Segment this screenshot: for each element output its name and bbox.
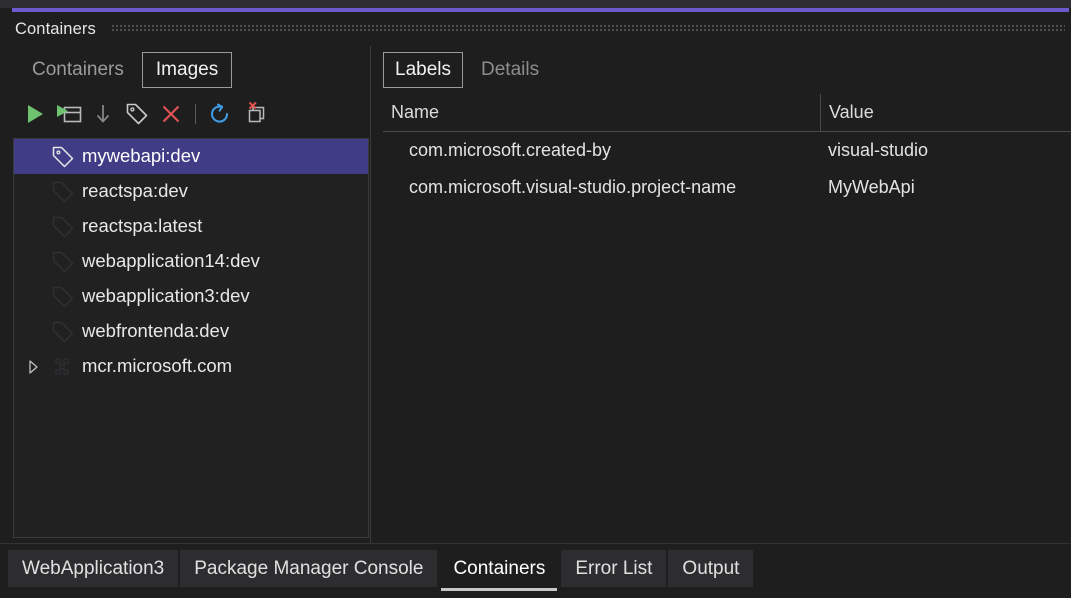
detail-tab-strip: Labels Details: [371, 46, 1071, 94]
tag-button[interactable]: [120, 99, 154, 129]
grid-header-row: Name Value: [383, 94, 1071, 132]
list-item-label: reactspa:dev: [82, 180, 188, 202]
remove-button[interactable]: [154, 99, 188, 129]
tag-icon: [46, 320, 80, 344]
list-item-label: webapplication3:dev: [82, 285, 250, 307]
refresh-button[interactable]: [203, 99, 237, 129]
bottom-tab-output[interactable]: Output: [668, 550, 754, 587]
column-header-name[interactable]: Name: [383, 94, 820, 131]
table-row[interactable]: com.microsoft.visual-studio.project-name…: [383, 169, 1071, 206]
tag-icon: [46, 250, 80, 274]
pull-button[interactable]: [86, 99, 120, 129]
tag-icon: [46, 145, 80, 169]
list-item-label: mcr.microsoft.com: [82, 355, 233, 377]
details-pane: Labels Details Name Value com.microsoft.…: [371, 46, 1071, 543]
play-icon: [25, 103, 45, 125]
bottom-tab-strip: WebApplication3 Package Manager Console …: [0, 543, 1071, 598]
list-item[interactable]: reactspa:latest: [14, 209, 368, 244]
tool-window-body: Containers Images mywebapi:dev reactspa:…: [0, 46, 1071, 543]
tab-containers[interactable]: Containers: [18, 52, 138, 88]
table-row[interactable]: com.microsoft.created-by visual-studio: [383, 132, 1071, 169]
images-toolbar: [0, 94, 370, 134]
list-item[interactable]: reactspa:dev: [14, 174, 368, 209]
list-item[interactable]: webfrontenda:dev: [14, 314, 368, 349]
run-interactive-button[interactable]: [52, 99, 86, 129]
registry-icon: [46, 355, 80, 379]
cell-label-name: com.microsoft.visual-studio.project-name: [409, 177, 737, 197]
page-title: Containers: [15, 19, 96, 38]
containers-tool-window: Containers Containers Images mywebapi:de…: [0, 0, 1071, 598]
bottom-tab-containers[interactable]: Containers: [439, 550, 560, 591]
cell-label-value: MyWebApi: [828, 177, 915, 197]
list-item[interactable]: mywebapi:dev: [14, 139, 368, 174]
tag-icon: [46, 180, 80, 204]
images-pane: Containers Images mywebapi:dev reactspa:…: [0, 46, 371, 543]
list-item-label: reactspa:latest: [82, 215, 203, 237]
bottom-tab-error-list[interactable]: Error List: [561, 550, 667, 587]
pane-tab-strip: Containers Images: [0, 46, 370, 94]
tab-details[interactable]: Details: [469, 52, 551, 88]
prune-button[interactable]: [237, 99, 271, 129]
window-header: Containers: [0, 12, 1071, 46]
cell-label-value: visual-studio: [828, 140, 929, 160]
tag-icon: [46, 285, 80, 309]
bottom-tab-package-manager-console[interactable]: Package Manager Console: [180, 550, 438, 587]
download-arrow-icon: [94, 102, 112, 126]
list-item[interactable]: webapplication14:dev: [14, 244, 368, 279]
tag-icon: [46, 215, 80, 239]
chevron-right-icon[interactable]: [20, 359, 46, 375]
run-button[interactable]: [18, 99, 52, 129]
list-item-label: webfrontenda:dev: [82, 320, 230, 342]
list-item[interactable]: webapplication3:dev: [14, 279, 368, 314]
tag-icon: [125, 102, 149, 126]
bottom-tab-webapplication3[interactable]: WebApplication3: [8, 550, 179, 587]
images-tree[interactable]: mywebapi:dev reactspa:dev reactspa:lates…: [13, 138, 369, 538]
grid-body: com.microsoft.created-by visual-studio c…: [383, 132, 1071, 543]
tab-images[interactable]: Images: [141, 52, 233, 88]
column-header-value[interactable]: Value: [820, 94, 1071, 131]
list-item-label: webapplication14:dev: [82, 250, 260, 272]
labels-grid: Name Value com.microsoft.created-by visu…: [371, 94, 1071, 543]
run-window-icon: [56, 103, 82, 125]
window-top-strip: [0, 0, 1071, 8]
list-item[interactable]: mcr.microsoft.com: [14, 349, 368, 384]
drag-dots-icon[interactable]: [111, 25, 1065, 33]
prune-images-icon: [241, 101, 267, 127]
close-x-icon: [160, 103, 182, 125]
cell-label-name: com.microsoft.created-by: [409, 140, 612, 160]
list-item-label: mywebapi:dev: [82, 145, 201, 167]
tab-labels[interactable]: Labels: [383, 52, 463, 88]
toolbar-separator: [195, 104, 196, 124]
refresh-icon: [208, 102, 232, 126]
